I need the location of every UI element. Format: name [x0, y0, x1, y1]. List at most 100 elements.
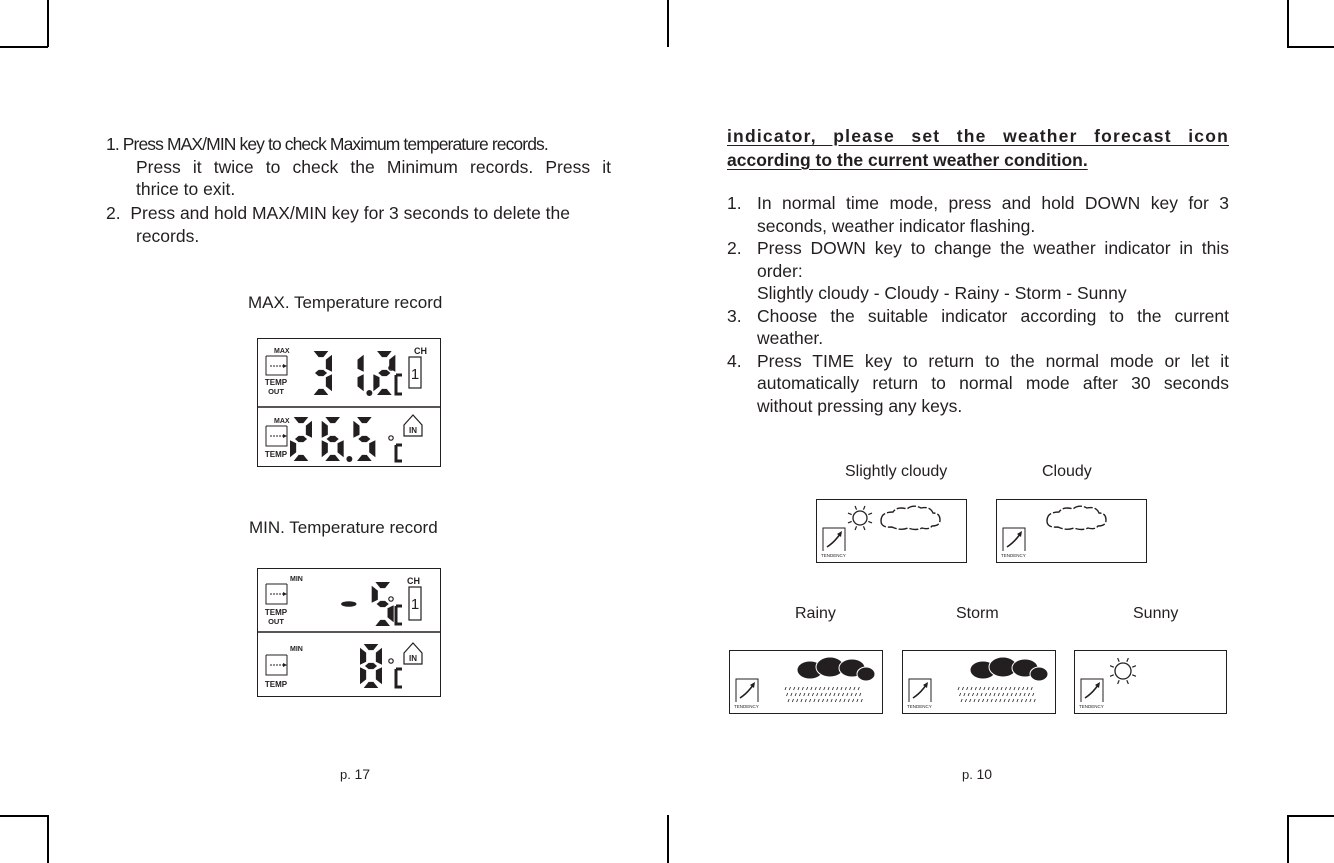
lcd-digit-1 — [357, 354, 364, 392]
svg-text:MIN: MIN — [290, 576, 303, 583]
lcd-digit-5 — [371, 582, 394, 626]
tendency-label: TENDENCY — [734, 704, 759, 709]
weather-label-slightly-cloudy: Slightly cloudy — [845, 463, 948, 480]
crop-mark — [0, 815, 48, 817]
svg-text:TEMP: TEMP — [265, 378, 288, 387]
max-out-label: MAX — [274, 348, 290, 355]
min-out-value — [341, 582, 394, 626]
step-1-line-2: Press it twice to check the Minimum reco… — [136, 156, 611, 177]
decimal-point — [366, 390, 373, 396]
crop-mark — [1287, 46, 1334, 48]
lcd-max-graphic: MAX TEMP OUT CH 1 MAX TEMP IN — [258, 346, 440, 463]
weather-graphic-cloudy: TENDENCY — [1001, 505, 1107, 558]
tendency-arrow-icon — [1080, 678, 1104, 702]
lcd-digit-2 — [373, 351, 396, 395]
crop-mark — [1287, 0, 1289, 47]
indoor-house-icon: IN — [403, 414, 423, 437]
step-line: weather. — [757, 328, 824, 348]
tendency-arrow-icon — [908, 678, 932, 702]
page-number-right: p. 10 — [962, 766, 993, 782]
crop-mark — [667, 0, 669, 47]
svg-text:MIN: MIN — [290, 646, 303, 653]
weather-icon-sunny: TENDENCY — [1074, 650, 1227, 714]
step-line: seconds, weather indicator flashing. — [757, 215, 1036, 236]
lcd-min-graphic: MIN TEMP OUT CH 1 MIN TEMP IN — [258, 576, 440, 689]
svg-text:IN: IN — [409, 426, 417, 435]
weather-icon-storm: TENDENCY — [902, 650, 1056, 714]
step-number: 2. — [727, 238, 742, 258]
instruction-step-4: 4. Press TIME key to return to the normal… — [727, 350, 1229, 418]
step-number: 4. — [727, 350, 742, 371]
tendency-arrow-icon — [735, 678, 759, 702]
tendency-arrow-icon — [1002, 527, 1026, 551]
max-out-value — [313, 351, 396, 396]
heading-line-2: according to the current weather conditi… — [727, 150, 1088, 170]
step-1: 1. Press MAX/MIN key to check Maximum te… — [106, 133, 611, 201]
channel-value: 1 — [411, 366, 419, 383]
max-caption: MAX. Temperature record — [248, 293, 443, 312]
lcd-digit-8 — [360, 644, 382, 688]
temp-arrow-icon — [265, 654, 288, 676]
rain-cloud-icon — [969, 656, 1049, 682]
weather-icon-slightly-cloudy: TENDENCY — [816, 499, 967, 563]
lcd-digit-6 — [321, 417, 344, 461]
svg-text:TEMP: TEMP — [265, 450, 288, 459]
weather-label-cloudy: Cloudy — [1042, 463, 1092, 480]
step-1-line-3: thrice to exit. — [136, 179, 236, 199]
crop-mark — [47, 815, 49, 863]
lcd-digit-minus — [341, 601, 357, 607]
step-number: 3. — [727, 305, 742, 326]
tendency-label: TENDENCY — [1001, 553, 1026, 558]
step-line: order: — [757, 260, 803, 281]
svg-text:MAX: MAX — [274, 418, 290, 425]
sun-icon — [847, 505, 873, 531]
weather-graphic-storm: TENDENCY — [907, 656, 1049, 709]
tendency-label: TENDENCY — [907, 704, 932, 709]
weather-graphic-sunny: TENDENCY — [1079, 657, 1137, 709]
tendency-arrow-icon — [822, 527, 846, 551]
weather-icon-cloudy: TENDENCY — [996, 499, 1147, 563]
temp-arrow-icon — [265, 425, 288, 447]
temp-arrow-icon — [265, 355, 288, 376]
tendency-label: TENDENCY — [1079, 704, 1104, 709]
step-1-line-1: 1. Press MAX/MIN key to check Maximum te… — [106, 134, 549, 154]
crop-mark — [47, 0, 49, 47]
crop-mark — [1287, 815, 1289, 863]
min-record-display: MIN TEMP OUT CH 1 MIN TEMP IN — [257, 568, 441, 697]
svg-text:TEMP: TEMP — [265, 680, 288, 689]
step-line: without pressing any keys. — [757, 395, 963, 416]
step-line: Press TIME key to return to the normal m… — [757, 350, 1229, 371]
weather-label-storm: Storm — [956, 605, 999, 622]
indoor-house-icon: IN — [403, 642, 423, 665]
section-heading: indicator, please set the weather foreca… — [727, 124, 1229, 172]
crop-mark — [1287, 815, 1334, 817]
instruction-step-3: 3. Choose the suitable indicator accordin… — [727, 305, 1229, 350]
svg-text:OUT: OUT — [268, 617, 284, 626]
rain-drops-icon — [957, 686, 1036, 703]
step-2-line-1: 2. Press and hold MAX/MIN key for 3 seco… — [106, 203, 571, 223]
max-in-value — [290, 417, 376, 462]
cloud-icon — [1046, 505, 1107, 531]
step-2-line-2: records. — [136, 225, 200, 246]
rain-drops-icon — [784, 686, 863, 703]
step-2: 2. Press and hold MAX/MIN key for 3 seco… — [106, 202, 611, 247]
svg-text:CH: CH — [407, 576, 420, 586]
instruction-list: 1. In normal time mode, press and hold DO… — [727, 192, 1229, 417]
step-line: automatically return to normal mode afte… — [757, 373, 1229, 393]
lcd-digit-5 — [353, 417, 376, 461]
step-line: In normal time mode, press and hold DOWN… — [757, 193, 1229, 213]
instruction-step-1: 1. In normal time mode, press and hold DO… — [727, 192, 1229, 237]
lcd-digit-2 — [290, 417, 312, 461]
rain-cloud-icon — [796, 656, 876, 682]
svg-text:1: 1 — [411, 596, 419, 613]
step-line: Slightly cloudy - Cloudy - Rainy - Storm… — [757, 283, 1127, 303]
weather-label-rainy: Rainy — [795, 605, 836, 622]
step-number: 1. — [727, 193, 742, 213]
temp-arrow-icon — [265, 583, 288, 605]
weather-icon-rainy: TENDENCY — [729, 650, 883, 714]
max-record-display: MAX TEMP OUT CH 1 MAX TEMP IN — [257, 338, 441, 467]
step-line: Press DOWN key to change the weather ind… — [757, 238, 1229, 258]
cloud-icon — [880, 505, 941, 531]
sun-icon — [1109, 657, 1137, 685]
crop-mark — [667, 815, 669, 863]
